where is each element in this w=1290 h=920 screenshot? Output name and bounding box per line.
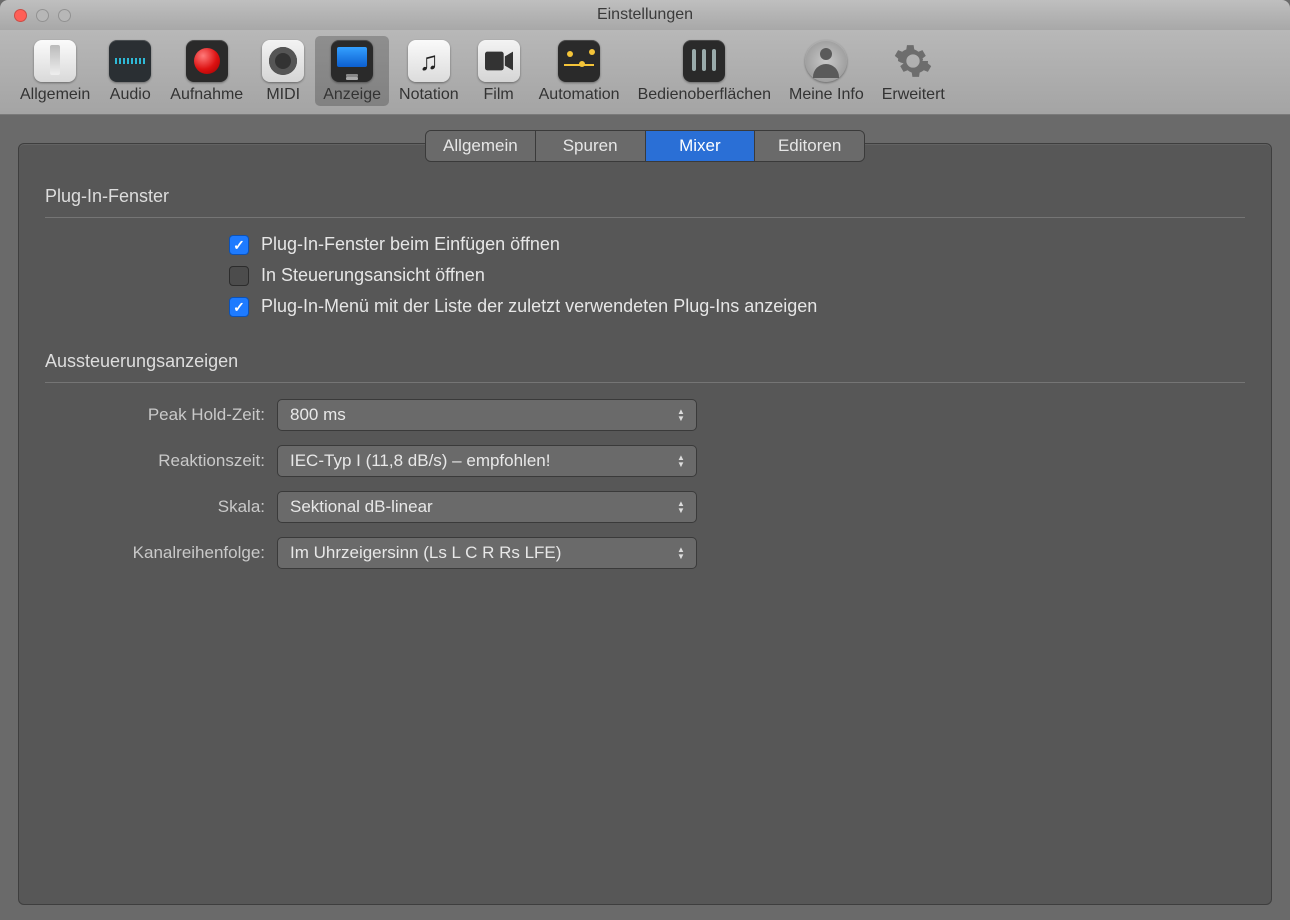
toolbar-item-midi[interactable]: MIDI (253, 36, 313, 106)
toolbar-item-bedienoberflaechen[interactable]: Bedienoberflächen (630, 36, 779, 106)
toolbar-item-automation[interactable]: Automation (531, 36, 628, 106)
window-title: Einstellungen (0, 6, 1290, 24)
toolbar-item-notation[interactable]: ♫ Notation (391, 36, 467, 106)
select-channel-order[interactable]: Im Uhrzeigersinn (Ls L C R Rs LFE) ▲▼ (277, 537, 697, 569)
toolbar-label: Aufnahme (170, 86, 243, 104)
section-level-meters: Aussteuerungsanzeigen Peak Hold-Zeit: 80… (19, 327, 1271, 569)
content-panel: Allgemein Spuren Mixer Editoren Plug-In-… (18, 143, 1272, 905)
toolbar-item-film[interactable]: Film (469, 36, 529, 106)
toolbar-label: Erweitert (882, 86, 945, 104)
camera-icon (478, 40, 520, 82)
stepper-arrows-icon: ▲▼ (670, 542, 692, 564)
stepper-arrows-icon: ▲▼ (670, 450, 692, 472)
faders-icon (683, 40, 725, 82)
toolbar-item-erweitert[interactable]: Erweitert (874, 36, 953, 106)
checkbox-row: In Steuerungsansicht öffnen (229, 265, 1245, 286)
field-row-channel-order: Kanalreihenfolge: Im Uhrzeigersinn (Ls L… (45, 537, 1245, 569)
checkbox-open-plugin-on-insert[interactable] (229, 235, 249, 255)
toolbar-label: Audio (110, 86, 151, 104)
tab-editoren[interactable]: Editoren (755, 131, 864, 161)
checkbox-row: Plug-In-Fenster beim Einfügen öffnen (229, 234, 1245, 255)
tab-mixer[interactable]: Mixer (646, 131, 756, 161)
select-value: Im Uhrzeigersinn (Ls L C R Rs LFE) (290, 543, 561, 563)
field-row-response: Reaktionszeit: IEC-Typ I (11,8 dB/s) – e… (45, 445, 1245, 477)
notation-icon: ♫ (408, 40, 450, 82)
toolbar-label: Allgemein (20, 86, 90, 104)
waveform-icon (109, 40, 151, 82)
toolbar-label: Anzeige (323, 86, 381, 104)
midi-port-icon (262, 40, 304, 82)
checkbox-label: Plug-In-Fenster beim Einfügen öffnen (261, 234, 560, 255)
tab-allgemein[interactable]: Allgemein (426, 131, 536, 161)
gear-icon (892, 40, 934, 82)
toolbar-label: Automation (539, 86, 620, 104)
checkbox-open-in-controls-view[interactable] (229, 266, 249, 286)
select-value: Sektional dB-linear (290, 497, 433, 517)
section-heading: Plug-In-Fenster (45, 186, 1245, 218)
toolbar-item-aufnahme[interactable]: Aufnahme (162, 36, 251, 106)
display-icon (331, 40, 373, 82)
section-plugin-window: Plug-In-Fenster Plug-In-Fenster beim Ein… (19, 162, 1271, 317)
field-label: Reaktionszeit: (45, 451, 277, 471)
checkbox-label: Plug-In-Menü mit der Liste der zuletzt v… (261, 296, 817, 317)
record-icon (186, 40, 228, 82)
checkbox-label: In Steuerungsansicht öffnen (261, 265, 485, 286)
field-label: Skala: (45, 497, 277, 517)
toolbar-item-allgemein[interactable]: Allgemein (12, 36, 98, 106)
stepper-arrows-icon: ▲▼ (670, 496, 692, 518)
sub-tabs: Allgemein Spuren Mixer Editoren (425, 130, 865, 162)
field-label: Kanalreihenfolge: (45, 543, 277, 563)
stepper-arrows-icon: ▲▼ (670, 404, 692, 426)
section-heading: Aussteuerungsanzeigen (45, 351, 1245, 383)
titlebar: Einstellungen (0, 0, 1290, 30)
select-scale[interactable]: Sektional dB-linear ▲▼ (277, 491, 697, 523)
select-value: IEC-Typ I (11,8 dB/s) – empfohlen! (290, 451, 550, 471)
toolbar-label: Film (484, 86, 514, 104)
select-peak-hold-time[interactable]: 800 ms ▲▼ (277, 399, 697, 431)
toolbar-label: Bedienoberflächen (638, 86, 771, 104)
toolbar-item-audio[interactable]: Audio (100, 36, 160, 106)
field-label: Peak Hold-Zeit: (45, 405, 277, 425)
toolbar-label: Meine Info (789, 86, 864, 104)
toolbar-label: Notation (399, 86, 459, 104)
switch-icon (34, 40, 76, 82)
select-response-time[interactable]: IEC-Typ I (11,8 dB/s) – empfohlen! ▲▼ (277, 445, 697, 477)
preferences-toolbar: Allgemein Audio Aufnahme MIDI Anzeige ♫ … (0, 30, 1290, 115)
toolbar-item-meineinfo[interactable]: Meine Info (781, 36, 872, 106)
field-row-peak-hold: Peak Hold-Zeit: 800 ms ▲▼ (45, 399, 1245, 431)
select-value: 800 ms (290, 405, 346, 425)
user-icon (805, 40, 847, 82)
automation-icon (558, 40, 600, 82)
checkbox-row: Plug-In-Menü mit der Liste der zuletzt v… (229, 296, 1245, 317)
tab-spuren[interactable]: Spuren (536, 131, 646, 161)
checkbox-show-recent-plugins[interactable] (229, 297, 249, 317)
toolbar-label: MIDI (266, 86, 300, 104)
field-row-scale: Skala: Sektional dB-linear ▲▼ (45, 491, 1245, 523)
toolbar-item-anzeige[interactable]: Anzeige (315, 36, 389, 106)
